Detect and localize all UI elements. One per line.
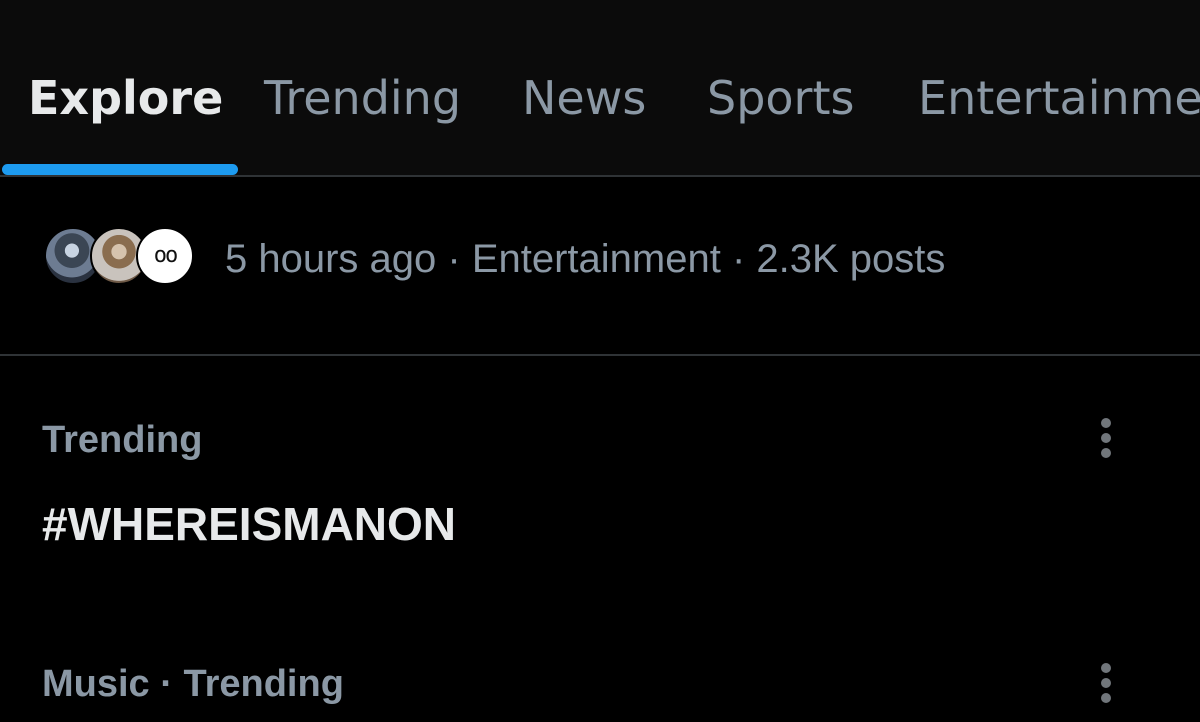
- trend-item[interactable]: Music · Trending: [0, 602, 1200, 722]
- tab-news[interactable]: News: [522, 68, 646, 128]
- avatar[interactable]: oo: [136, 227, 194, 285]
- tab-explore[interactable]: Explore: [28, 68, 223, 128]
- more-vertical-icon[interactable]: [1088, 414, 1124, 462]
- more-vertical-icon[interactable]: [1088, 659, 1124, 707]
- trend-context: Music · Trending: [42, 663, 344, 705]
- trend-summary-text: 5 hours ago · Entertainment · 2.3K posts: [225, 237, 946, 281]
- panda-face-icon: oo: [153, 243, 178, 268]
- explore-tab-bar: Explore Trending News Sports Entertainme: [0, 0, 1200, 177]
- trend-context: Trending: [42, 419, 203, 461]
- active-tab-indicator: [2, 164, 238, 175]
- tab-trending[interactable]: Trending: [264, 68, 461, 128]
- trend-item[interactable]: Trending #WHEREISMANON: [0, 357, 1200, 602]
- trend-title: #WHEREISMANON: [42, 498, 457, 550]
- tab-entertainment[interactable]: Entertainme: [918, 68, 1200, 128]
- tab-sports[interactable]: Sports: [707, 68, 854, 128]
- trend-summary-row[interactable]: oo 5 hours ago · Entertainment · 2.3K po…: [0, 177, 1200, 356]
